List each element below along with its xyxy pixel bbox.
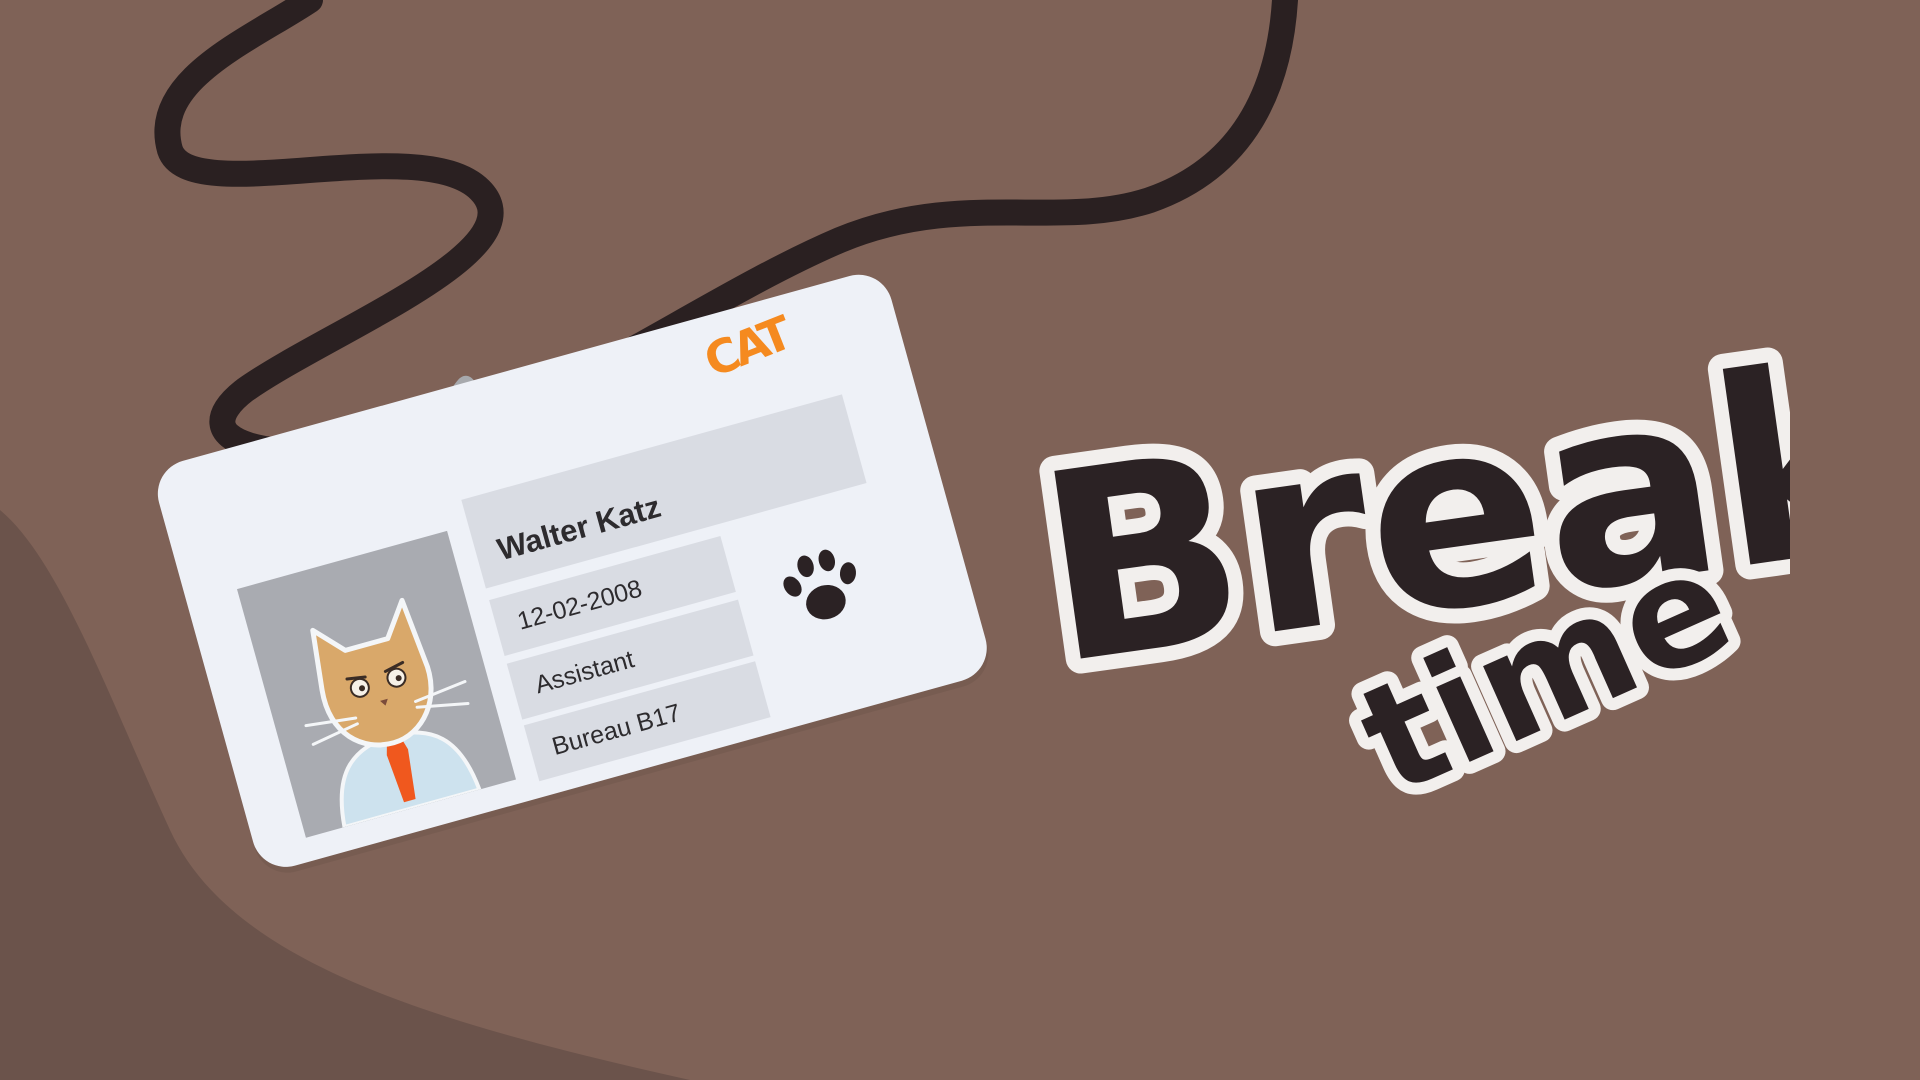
badge-photo — [236, 530, 517, 838]
badge-logo: CAT — [696, 306, 796, 388]
badge-name: Walter Katz — [493, 488, 665, 568]
illustration-scene: CAT Walter Katz 12-02-2008 Assistant Bur… — [0, 0, 1920, 1080]
badge-location: Bureau B17 — [548, 698, 684, 761]
paw-icon — [783, 549, 856, 620]
break-time-sticker: Break time — [1010, 300, 1790, 841]
badge-role: Assistant — [531, 644, 638, 699]
badge-date: 12-02-2008 — [514, 574, 645, 636]
cat-portrait — [304, 597, 483, 830]
